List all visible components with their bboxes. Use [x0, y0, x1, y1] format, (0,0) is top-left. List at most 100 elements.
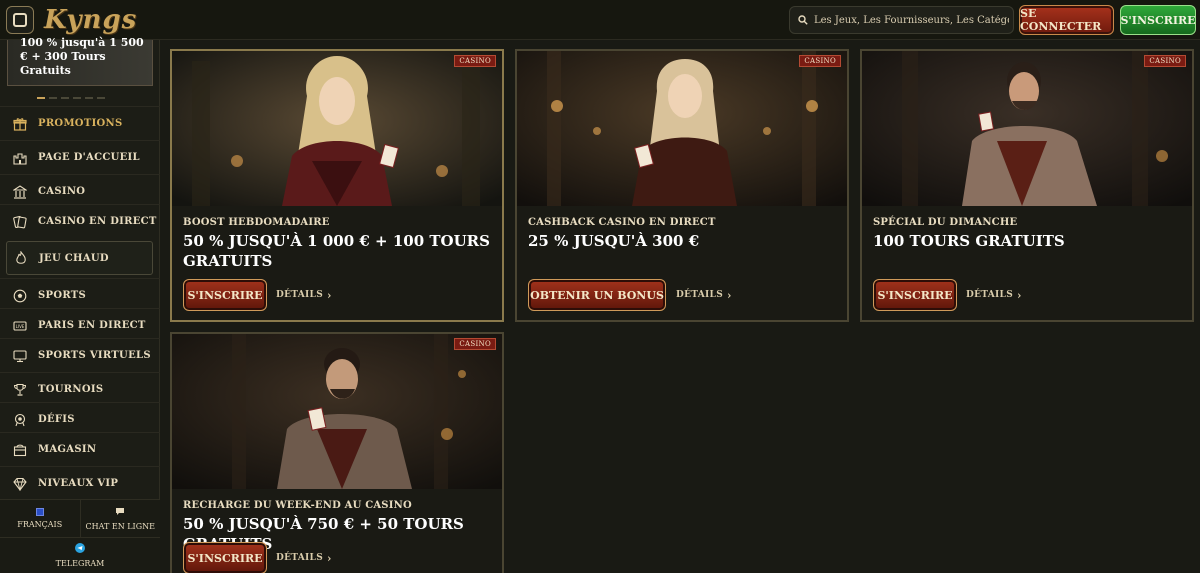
login-button[interactable]: SE CONNECTER [1019, 5, 1114, 35]
pagination-dot[interactable] [73, 97, 81, 99]
signup-cta-button[interactable]: S'INSCRIRE [873, 279, 957, 311]
sidebar-item-shop[interactable]: MAGASIN [0, 432, 160, 466]
search-input[interactable] [814, 14, 1009, 26]
sidebar-item-label: DÉFIS [38, 414, 75, 425]
shop-icon [12, 442, 28, 458]
flag-icon [35, 508, 44, 516]
promo-image: CASINO [172, 334, 502, 489]
pagination-dot[interactable] [49, 97, 57, 99]
sidebar-item-home[interactable]: PAGE D'ACCUEIL [0, 140, 160, 174]
sidebar-item-live-betting[interactable]: LIVE PARIS EN DIRECT [0, 308, 160, 342]
top-header: Kyngs SE CONNECTER S'INSCRIRE [0, 0, 1200, 40]
sidebar-item-vip-levels[interactable]: NIVEAUX VIP [0, 466, 160, 500]
sidebar-utility-row: FRANÇAIS CHAT EN LIGNE [0, 499, 160, 537]
promo-card[interactable]: CASINO SPÉCIAL DU DIMANCHE 100 TOURS GRA… [860, 49, 1194, 322]
category-tag: CASINO [1144, 55, 1186, 67]
promo-banner-text: 100 % jusqu'à 1 500 € + 300 Tours Gratui… [20, 36, 144, 77]
sidebar-item-label: JEU CHAUD [39, 252, 109, 264]
signup-cta-button[interactable]: S'INSCRIRE [183, 279, 267, 311]
live-chat-button[interactable]: CHAT EN LIGNE [80, 500, 160, 537]
promo-image: CASINO [862, 51, 1192, 206]
challenge-icon [12, 412, 28, 428]
sidebar-item-sports[interactable]: SPORTS [0, 278, 160, 312]
category-tag: CASINO [454, 338, 496, 350]
signup-cta-button[interactable]: S'INSCRIRE [183, 542, 267, 573]
panel-icon [13, 13, 27, 27]
sidebar-item-challenges[interactable]: DÉFIS [0, 402, 160, 436]
sidebar-item-casino[interactable]: CASINO [0, 174, 160, 208]
cards-icon [12, 214, 28, 230]
promo-subtitle: SPÉCIAL DU DIMANCHE [873, 217, 1018, 228]
promo-subtitle: BOOST HEBDOMADAIRE [183, 217, 330, 228]
chevron-right-icon: › [1017, 288, 1022, 302]
pagination-dot[interactable] [37, 97, 45, 99]
promo-banner[interactable]: 100 % jusqu'à 1 500 € + 300 Tours Gratui… [7, 36, 153, 86]
signup-button[interactable]: S'INSCRIRE [1120, 5, 1196, 35]
sidebar-item-label: PROMOTIONS [38, 118, 123, 129]
telegram-icon [75, 543, 85, 555]
casino-building-icon [12, 184, 28, 200]
soccer-ball-icon [12, 288, 28, 304]
pagination-dot[interactable] [61, 97, 69, 99]
castle-icon [12, 150, 28, 166]
details-label: DÉTAILS [966, 290, 1013, 300]
monitor-icon [12, 348, 28, 364]
sidebar-item-label: SPORTS VIRTUELS [38, 350, 151, 361]
pagination-dot[interactable] [85, 97, 93, 99]
details-link[interactable]: DÉTAILS › [276, 279, 332, 311]
sidebar-item-label: MAGASIN [38, 444, 97, 455]
site-logo[interactable]: Kyngs [44, 2, 137, 38]
language-selector[interactable]: FRANÇAIS [0, 500, 81, 537]
flame-icon [13, 250, 29, 266]
svg-text:LIVE: LIVE [16, 324, 25, 329]
sidebar-item-label: CASINO [38, 186, 86, 197]
live-tv-icon: LIVE [12, 318, 28, 334]
telegram-link[interactable]: TELEGRAM [0, 537, 160, 573]
sidebar-item-label: SPORTS [38, 290, 87, 301]
sidebar-item-label: PARIS EN DIRECT [38, 320, 146, 331]
promo-title: 25 % JUSQU'À 300 € [528, 232, 700, 250]
banner-pagination [37, 97, 105, 99]
details-label: DÉTAILS [276, 553, 323, 563]
sidebar-item-hot-games[interactable]: JEU CHAUD [6, 241, 153, 275]
category-tag: CASINO [454, 55, 496, 67]
details-link[interactable]: DÉTAILS › [966, 279, 1022, 311]
telegram-label: TELEGRAM [55, 559, 105, 568]
chevron-right-icon: › [327, 288, 332, 302]
sidebar-item-label: PAGE D'ACCUEIL [38, 152, 140, 163]
details-link[interactable]: DÉTAILS › [276, 542, 332, 573]
sidebar-item-live-casino[interactable]: CASINO EN DIRECT [0, 204, 160, 238]
diamond-icon [12, 476, 28, 492]
sidebar-item-label: CASINO EN DIRECT [38, 216, 157, 227]
sidebar-item-tournaments[interactable]: TOURNOIS [0, 372, 160, 406]
sidebar-item-virtual-sports[interactable]: SPORTS VIRTUELS [0, 338, 160, 372]
promo-image: CASINO [172, 51, 502, 206]
promo-title: 100 TOURS GRATUITS [873, 232, 1065, 250]
details-link[interactable]: DÉTAILS › [676, 279, 732, 311]
sidebar-toggle-button[interactable] [6, 6, 34, 34]
chevron-right-icon: › [727, 288, 732, 302]
chat-label: CHAT EN LIGNE [85, 521, 155, 531]
sidebar-item-label: TOURNOIS [38, 384, 104, 395]
promo-card[interactable]: CASINO RECHARGE DU WEEK-END AU CASINO 50… [170, 332, 504, 573]
pagination-dot[interactable] [97, 97, 105, 99]
promo-subtitle: CASHBACK CASINO EN DIRECT [528, 217, 716, 228]
language-label: FRANÇAIS [17, 520, 63, 529]
search-icon [798, 15, 808, 25]
promo-card[interactable]: CASINO CASHBACK CASINO EN DIRECT 25 % JU… [515, 49, 849, 322]
gift-icon [12, 116, 28, 132]
chevron-right-icon: › [327, 551, 332, 565]
sidebar-item-label: NIVEAUX VIP [38, 478, 119, 489]
sidebar-item-promotions[interactable]: PROMOTIONS [0, 106, 160, 140]
promo-title: 50 % JUSQU'À 1 000 € + 100 TOURS GRATUIT… [183, 232, 490, 270]
chat-bubble-icon [115, 507, 125, 518]
sidebar: 100 % jusqu'à 1 500 € + 300 Tours Gratui… [0, 36, 160, 573]
search-box[interactable] [789, 6, 1014, 34]
category-tag: CASINO [799, 55, 841, 67]
details-label: DÉTAILS [276, 290, 323, 300]
promo-card[interactable]: CASINO BOOST HEBDOMADAIRE 50 % JUSQU'À 1… [170, 49, 504, 322]
get-bonus-button[interactable]: OBTENIR UN BONUS [528, 279, 666, 311]
promo-subtitle: RECHARGE DU WEEK-END AU CASINO [183, 500, 412, 511]
trophy-icon [12, 382, 28, 398]
details-label: DÉTAILS [676, 290, 723, 300]
